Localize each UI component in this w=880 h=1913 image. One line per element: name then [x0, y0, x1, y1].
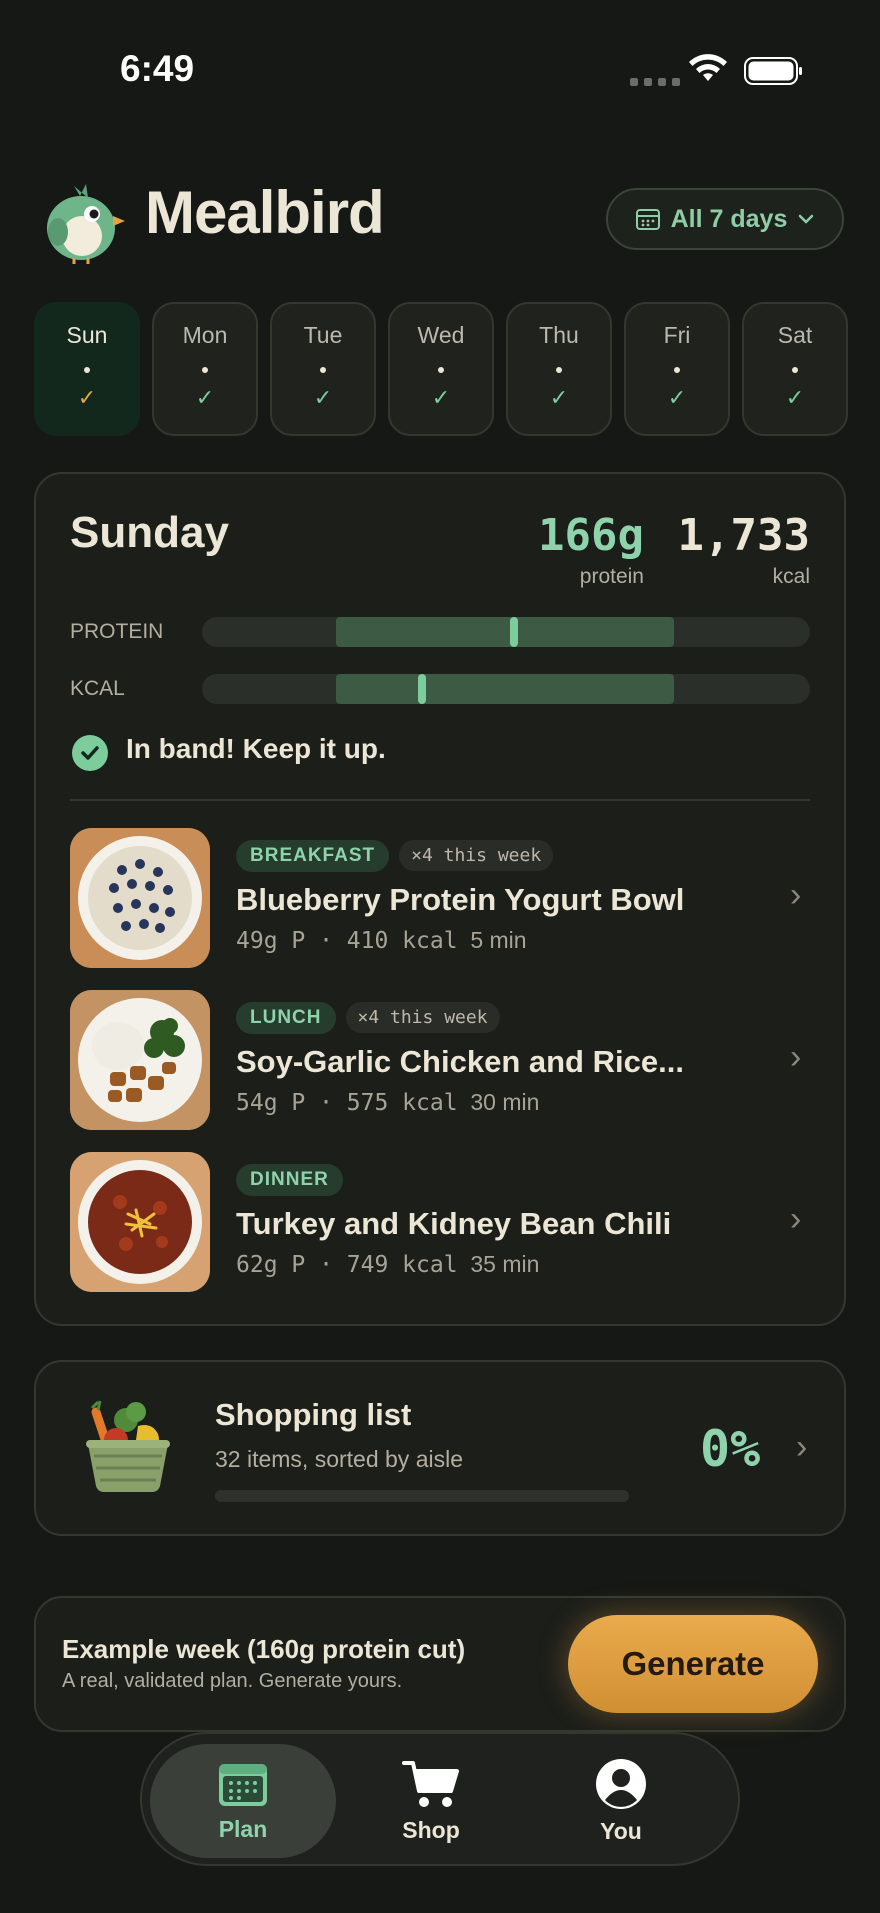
- meal-tag: BREAKFAST: [236, 840, 390, 872]
- nav-tab-label: Shop: [402, 1816, 460, 1843]
- kcal-bar-label: KCAL: [70, 677, 125, 700]
- meal-macros: 62g P · 749 kcal: [236, 1252, 458, 1278]
- battery-icon: [744, 57, 802, 85]
- shopping-progress-bar: [215, 1490, 629, 1502]
- protein-bar: [202, 617, 810, 647]
- day-tab-mon[interactable]: Mon ✓: [152, 302, 258, 436]
- nav-tab-shop[interactable]: Shop: [338, 1744, 524, 1858]
- shopping-list-title: Shopping list: [215, 1397, 412, 1432]
- calendar-icon: [635, 209, 660, 230]
- check-icon: ✓: [785, 385, 805, 410]
- meal-name[interactable]: Turkey and Kidney Bean Chili: [236, 1206, 671, 1242]
- example-week-subtitle: A real, validated plan. Generate yours.: [62, 1670, 403, 1692]
- nav-tab-you[interactable]: You: [528, 1744, 714, 1858]
- meal-tag: DINNER: [236, 1164, 343, 1196]
- days-filter-dropdown[interactable]: All 7 days: [606, 188, 844, 250]
- wifi-icon: [689, 54, 727, 81]
- grocery-basket-icon: [86, 1400, 170, 1492]
- meal-tag: LUNCH: [236, 1002, 336, 1034]
- protein-target-band: [336, 617, 674, 647]
- meal-meta: 62g P · 749 kcal 35 min: [236, 1251, 539, 1278]
- check-icon: ✓: [667, 385, 687, 410]
- meal-time: 5 min: [470, 927, 527, 953]
- day-selector: Sun ✓ Mon ✓ Tue ✓ Wed ✓ Thu ✓ Fri ✓ Sat ✓: [34, 302, 848, 436]
- meal-count-badge: ×4 this week: [345, 1002, 500, 1033]
- meal-time: 30 min: [470, 1089, 540, 1115]
- check-icon: ✓: [77, 385, 97, 410]
- generate-button[interactable]: Generate: [568, 1615, 818, 1713]
- protein-total: 166g: [538, 510, 644, 561]
- nav-tab-plan[interactable]: Plan: [150, 1744, 336, 1858]
- meal-image-breakfast[interactable]: [70, 828, 210, 968]
- day-tab-label: Mon: [182, 322, 228, 348]
- check-icon: ✓: [431, 385, 451, 410]
- user-icon: [596, 1758, 646, 1809]
- band-status-text: In band! Keep it up.: [126, 733, 386, 764]
- meal-tags: BREAKFAST ×4 this week: [236, 840, 554, 872]
- kcal-marker: [418, 674, 426, 704]
- day-tab-wed[interactable]: Wed ✓: [388, 302, 494, 436]
- nav-tab-label: Plan: [218, 1815, 268, 1842]
- day-tab-tue[interactable]: Tue ✓: [270, 302, 376, 436]
- day-tab-label: Sat: [777, 322, 813, 348]
- kcal-total-label: kcal: [772, 565, 810, 588]
- meal-count-badge: ×4 this week: [399, 840, 554, 871]
- day-tab-fri[interactable]: Fri ✓: [624, 302, 730, 436]
- meal-macros: 54g P · 575 kcal: [236, 1090, 458, 1116]
- check-icon: ✓: [195, 385, 215, 410]
- cart-icon: [402, 1760, 459, 1807]
- day-tab-label: Sun: [66, 322, 108, 348]
- day-tab-label: Fri: [663, 322, 691, 348]
- kcal-bar: [202, 674, 810, 704]
- chevron-right-icon[interactable]: ›: [796, 1428, 807, 1467]
- chevron-right-icon[interactable]: ›: [790, 1200, 801, 1239]
- meal-image-lunch[interactable]: [70, 990, 210, 1130]
- meal-macros: 49g P · 410 kcal: [236, 928, 458, 954]
- protein-total-label: protein: [579, 565, 644, 588]
- nav-tab-label: You: [600, 1817, 642, 1844]
- day-tab-label: Thu: [539, 322, 579, 348]
- status-time: 6:49: [120, 48, 195, 89]
- divider: [70, 799, 810, 801]
- day-tab-label: Wed: [417, 322, 465, 348]
- meal-name[interactable]: Soy-Garlic Chicken and Rice...: [236, 1044, 684, 1080]
- day-tab-label: Tue: [303, 322, 343, 348]
- meal-tags: DINNER: [236, 1164, 343, 1196]
- cellular-signal-icon: [630, 78, 680, 86]
- check-circle-icon: [72, 735, 108, 771]
- day-tab-sat[interactable]: Sat ✓: [742, 302, 848, 436]
- check-icon: ✓: [313, 385, 333, 410]
- kcal-total: 1,733: [677, 510, 810, 561]
- day-tab-sun[interactable]: Sun ✓: [34, 302, 140, 436]
- meal-time: 35 min: [470, 1251, 540, 1277]
- check-icon: ✓: [549, 385, 569, 410]
- chevron-right-icon[interactable]: ›: [790, 1038, 801, 1077]
- app-title: Mealbird: [145, 179, 385, 246]
- kcal-target-band: [336, 674, 674, 704]
- chevron-right-icon[interactable]: ›: [790, 876, 801, 915]
- meal-image-dinner[interactable]: [70, 1152, 210, 1292]
- example-week-title: Example week (160g protein cut): [62, 1634, 466, 1664]
- meal-name[interactable]: Blueberry Protein Yogurt Bowl: [236, 882, 684, 918]
- calendar-icon: [219, 1763, 267, 1806]
- protein-bar-label: PROTEIN: [70, 620, 164, 643]
- days-filter-label: All 7 days: [670, 204, 788, 233]
- mealbird-logo-icon: [47, 184, 125, 264]
- chevron-down-icon: [799, 214, 814, 224]
- protein-marker: [510, 617, 518, 647]
- bottom-nav: Plan Shop You: [140, 1732, 740, 1866]
- meal-meta: 54g P · 575 kcal 30 min: [236, 1089, 539, 1116]
- shopping-list-subtitle: 32 items, sorted by aisle: [215, 1446, 464, 1472]
- meal-tags: LUNCH ×4 this week: [236, 1002, 500, 1034]
- day-tab-thu[interactable]: Thu ✓: [506, 302, 612, 436]
- shopping-progress-percent: 0%: [700, 1420, 761, 1478]
- day-title: Sunday: [70, 508, 229, 557]
- meal-meta: 49g P · 410 kcal 5 min: [236, 927, 527, 954]
